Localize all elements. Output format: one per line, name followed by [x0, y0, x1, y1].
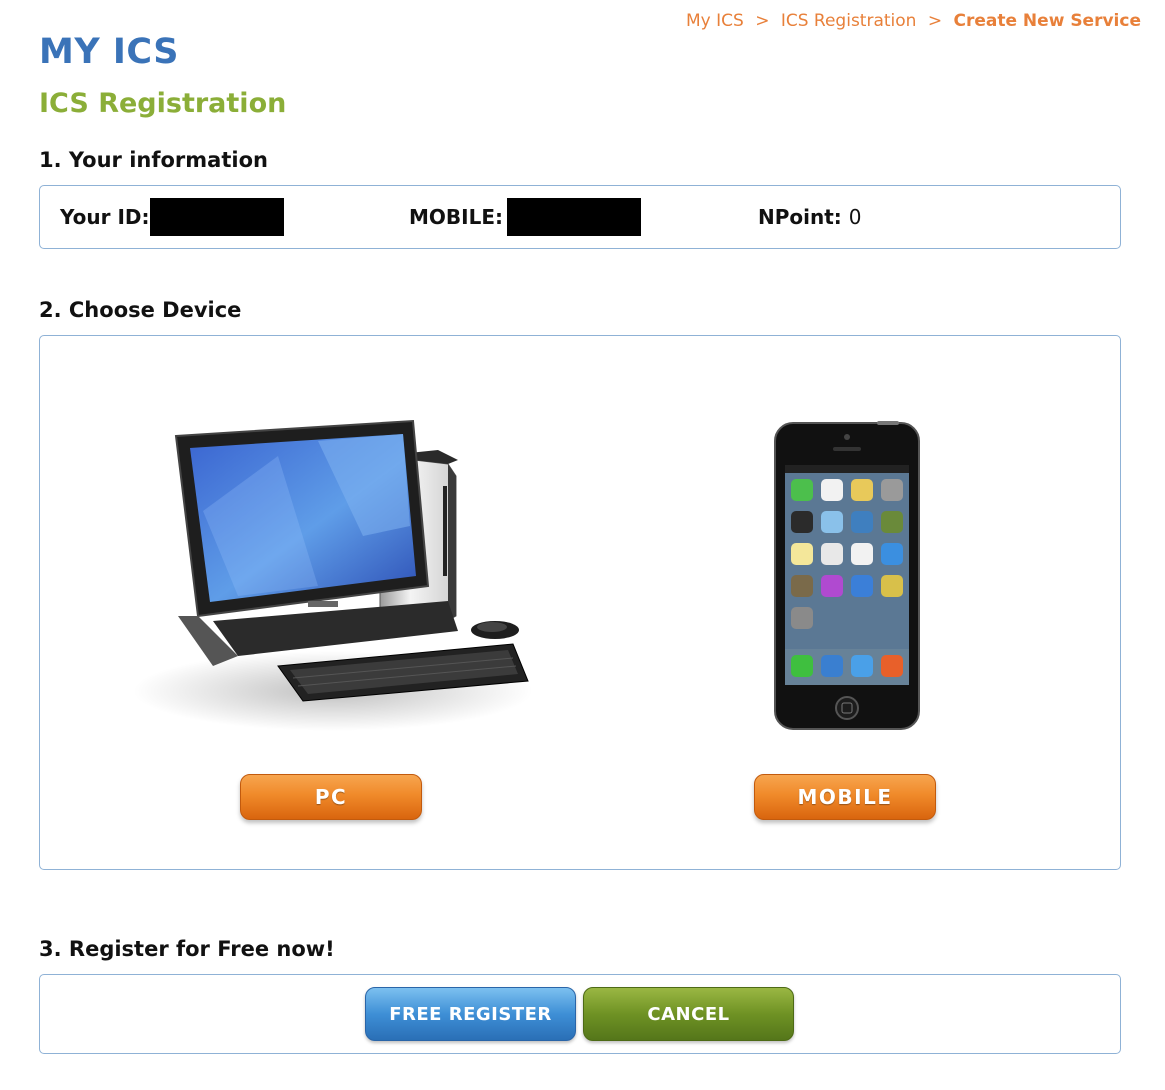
breadcrumb-my-ics[interactable]: My ICS [686, 11, 744, 31]
register-box: FREE REGISTER CANCEL [39, 974, 1121, 1054]
breadcrumb-ics-registration[interactable]: ICS Registration [781, 11, 917, 31]
mobile-phone-icon[interactable] [773, 421, 921, 731]
app-title: MY ICS [39, 32, 179, 72]
cancel-button[interactable]: CANCEL [583, 987, 794, 1041]
pc-button[interactable]: PC [240, 774, 422, 820]
breadcrumb-current: Create New Service [953, 11, 1142, 31]
device-box: PC MOBILE [39, 335, 1121, 870]
section-heading-device: 2. Choose Device [39, 298, 242, 322]
info-box: Your ID: MOBILE: NPoint: 0 [39, 185, 1121, 249]
mobile-value-redacted [507, 198, 641, 236]
pc-computer-icon[interactable] [118, 416, 538, 746]
npoint-label: NPoint: [758, 205, 842, 229]
npoint-field: NPoint: 0 [758, 186, 862, 248]
page-title: ICS Registration [39, 88, 287, 119]
breadcrumb: My ICS > ICS Registration > Create New S… [686, 11, 1141, 31]
user-id-label: Your ID: [60, 205, 150, 229]
mobile-button[interactable]: MOBILE [754, 774, 936, 820]
section-heading-register: 3. Register for Free now! [39, 937, 335, 961]
user-id-value-redacted [149, 198, 284, 236]
free-register-button[interactable]: FREE REGISTER [365, 987, 576, 1041]
breadcrumb-separator: > [927, 11, 943, 31]
user-id-field: Your ID: [60, 186, 284, 248]
mobile-field: MOBILE: [409, 186, 641, 248]
mobile-label: MOBILE: [409, 205, 503, 229]
npoint-value: 0 [848, 205, 862, 229]
section-heading-info: 1. Your information [39, 148, 268, 172]
breadcrumb-separator: > [755, 11, 770, 31]
